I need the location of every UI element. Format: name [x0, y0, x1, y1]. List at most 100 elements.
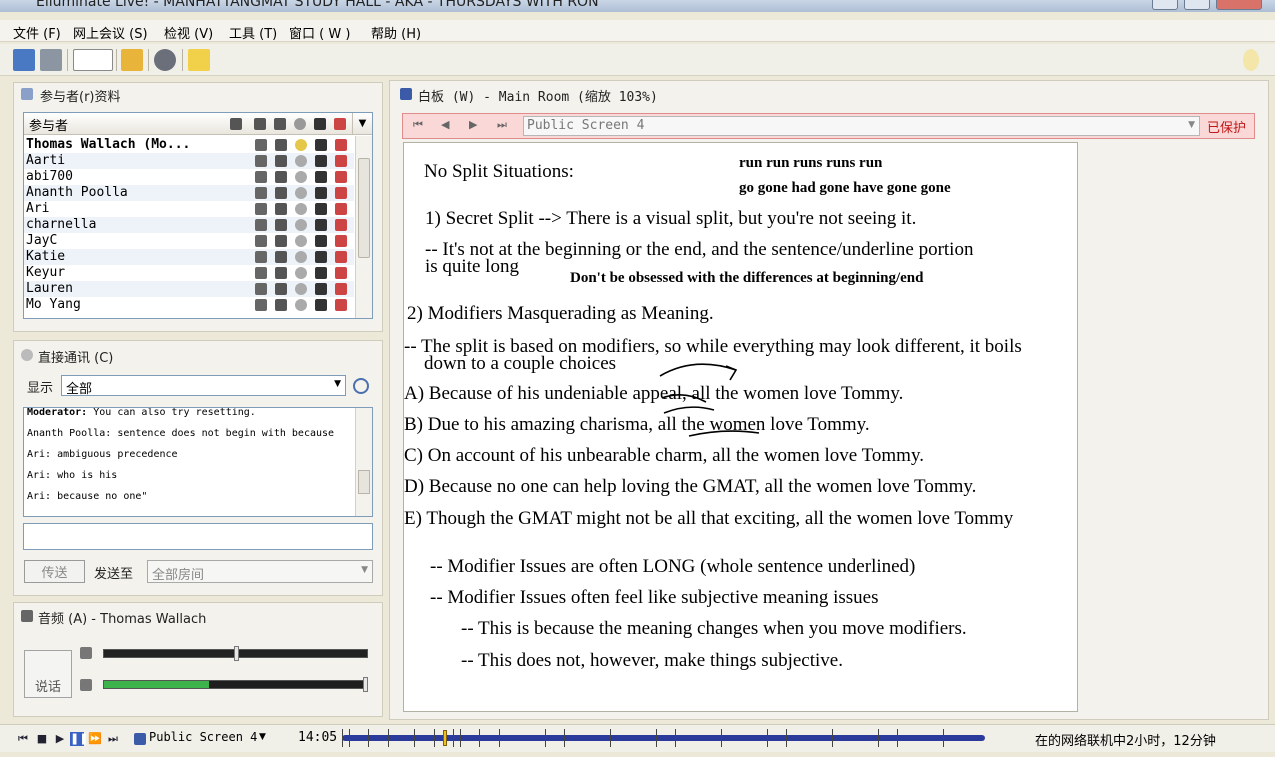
- mic-icon[interactable]: [255, 267, 267, 279]
- participant-row[interactable]: Lauren: [24, 281, 354, 297]
- participant-row[interactable]: Ananth Poolla: [24, 185, 354, 201]
- screen-icon[interactable]: [315, 219, 327, 231]
- screen-icon[interactable]: [315, 139, 327, 151]
- menu-session[interactable]: 网上会议 (S): [73, 23, 148, 42]
- playback-timeline[interactable]: [342, 729, 985, 747]
- screen-icon[interactable]: [315, 283, 327, 295]
- whiteboard-canvas[interactable]: No Split Situations: run run runs runs r…: [403, 142, 1078, 712]
- mic-column-icon[interactable]: [254, 118, 266, 130]
- skip-end-icon[interactable]: ⏭: [106, 732, 120, 746]
- pen-icon[interactable]: [335, 283, 347, 295]
- screen-select[interactable]: Public Screen 4 ▼: [523, 116, 1200, 136]
- participant-row[interactable]: Mo Yang: [24, 297, 354, 313]
- pen-icon[interactable]: [335, 219, 347, 231]
- participant-list[interactable]: 参与者 ▼ Thomas Wallach (Mo... Aarti abi700 An…: [23, 112, 373, 319]
- chat-bubble-icon[interactable]: [295, 139, 307, 151]
- mic-icon[interactable]: [255, 203, 267, 215]
- folder-transfer-icon[interactable]: [121, 49, 143, 71]
- chat-bubble-icon[interactable]: [295, 235, 307, 247]
- pen-icon[interactable]: [335, 235, 347, 247]
- chat-message-input[interactable]: [23, 523, 373, 550]
- mic-icon[interactable]: [255, 299, 267, 311]
- participant-row[interactable]: abi700: [24, 169, 354, 185]
- pen-icon[interactable]: [335, 203, 347, 215]
- participant-row[interactable]: Thomas Wallach (Mo...: [24, 137, 354, 153]
- first-screen-icon[interactable]: ⏮: [413, 118, 423, 132]
- pen-icon[interactable]: [335, 187, 347, 199]
- camera-icon[interactable]: [275, 155, 287, 167]
- screen-icon[interactable]: [315, 235, 327, 247]
- webcam-icon[interactable]: [154, 49, 176, 71]
- chat-bubble-icon[interactable]: [295, 267, 307, 279]
- camera-icon[interactable]: [275, 219, 287, 231]
- pen-icon[interactable]: [335, 251, 347, 263]
- participant-scrollbar[interactable]: [355, 136, 372, 318]
- maximize-button[interactable]: [1184, 0, 1210, 10]
- menu-view[interactable]: 检视 (V): [164, 23, 213, 42]
- camera-icon[interactable]: [275, 203, 287, 215]
- send-to-select[interactable]: 全部房间 ▼: [147, 560, 373, 583]
- microphone-volume-slider[interactable]: [103, 646, 368, 661]
- menu-help[interactable]: 帮助 (H): [371, 23, 421, 42]
- save-icon[interactable]: [13, 49, 35, 71]
- camera-icon[interactable]: [275, 235, 287, 247]
- camera-icon[interactable]: [275, 267, 287, 279]
- camera-icon[interactable]: [275, 187, 287, 199]
- participant-row[interactable]: Ari: [24, 201, 354, 217]
- send-button[interactable]: 传送: [24, 560, 85, 583]
- status-screen-label[interactable]: Public Screen 4: [149, 730, 257, 744]
- chat-bubble-icon[interactable]: [295, 219, 307, 231]
- camera-icon[interactable]: [275, 251, 287, 263]
- camera-icon[interactable]: [275, 171, 287, 183]
- screen-icon[interactable]: [315, 267, 327, 279]
- skip-back-icon[interactable]: ⏮: [16, 732, 30, 746]
- print-icon[interactable]: [40, 49, 62, 71]
- participant-row[interactable]: Katie: [24, 249, 354, 265]
- last-screen-icon[interactable]: ⏭: [497, 118, 507, 132]
- next-screen-icon[interactable]: ▶: [469, 118, 477, 131]
- mic-icon[interactable]: [255, 219, 267, 231]
- mic-icon[interactable]: [255, 171, 267, 183]
- video-column-icon[interactable]: [274, 118, 286, 130]
- lightbulb-icon[interactable]: [1243, 49, 1259, 71]
- chat-bubble-icon[interactable]: [295, 171, 307, 183]
- notes-icon[interactable]: [188, 49, 210, 71]
- pen-icon[interactable]: [335, 299, 347, 311]
- speaker-volume-slider[interactable]: [103, 677, 368, 692]
- chat-bubble-icon[interactable]: [295, 155, 307, 167]
- menu-window[interactable]: 窗口 ( W ): [289, 23, 350, 42]
- pen-icon[interactable]: [335, 155, 347, 167]
- chevron-down-icon[interactable]: ▼: [259, 732, 266, 742]
- menu-tools[interactable]: 工具 (T): [229, 23, 277, 42]
- screen-icon[interactable]: [315, 171, 327, 183]
- participant-row[interactable]: Aarti: [24, 153, 354, 169]
- participant-row[interactable]: charnella: [24, 217, 354, 233]
- camera-icon[interactable]: [275, 139, 287, 151]
- chat-log[interactable]: Moderator: You can also try resetting. An…: [23, 407, 373, 517]
- camera-icon[interactable]: [275, 283, 287, 295]
- pen-icon[interactable]: [335, 267, 347, 279]
- talk-button[interactable]: 说话: [24, 650, 72, 698]
- mic-icon[interactable]: [255, 251, 267, 263]
- mic-icon[interactable]: [255, 155, 267, 167]
- camera-icon[interactable]: [275, 299, 287, 311]
- chat-bubble-icon[interactable]: [295, 203, 307, 215]
- pause-icon[interactable]: ❚❚: [70, 732, 88, 746]
- chat-column-icon[interactable]: [294, 118, 306, 130]
- mic-icon[interactable]: [255, 235, 267, 247]
- chat-bubble-icon[interactable]: [295, 283, 307, 295]
- play-icon[interactable]: ▶: [53, 732, 67, 746]
- screen-icon[interactable]: [315, 251, 327, 263]
- screen-icon[interactable]: [315, 187, 327, 199]
- mic-icon[interactable]: [255, 139, 267, 151]
- whiteboard-column-icon[interactable]: [334, 118, 346, 130]
- screen-icon[interactable]: [315, 299, 327, 311]
- raise-hand-icon[interactable]: [230, 118, 242, 130]
- minimize-button[interactable]: [1152, 0, 1178, 10]
- pen-icon[interactable]: [335, 171, 347, 183]
- layout-dropdown-icon[interactable]: [73, 49, 113, 71]
- app-share-column-icon[interactable]: [314, 118, 326, 130]
- screen-icon[interactable]: [315, 203, 327, 215]
- stop-icon[interactable]: ■: [35, 732, 49, 746]
- screen-icon[interactable]: [315, 155, 327, 167]
